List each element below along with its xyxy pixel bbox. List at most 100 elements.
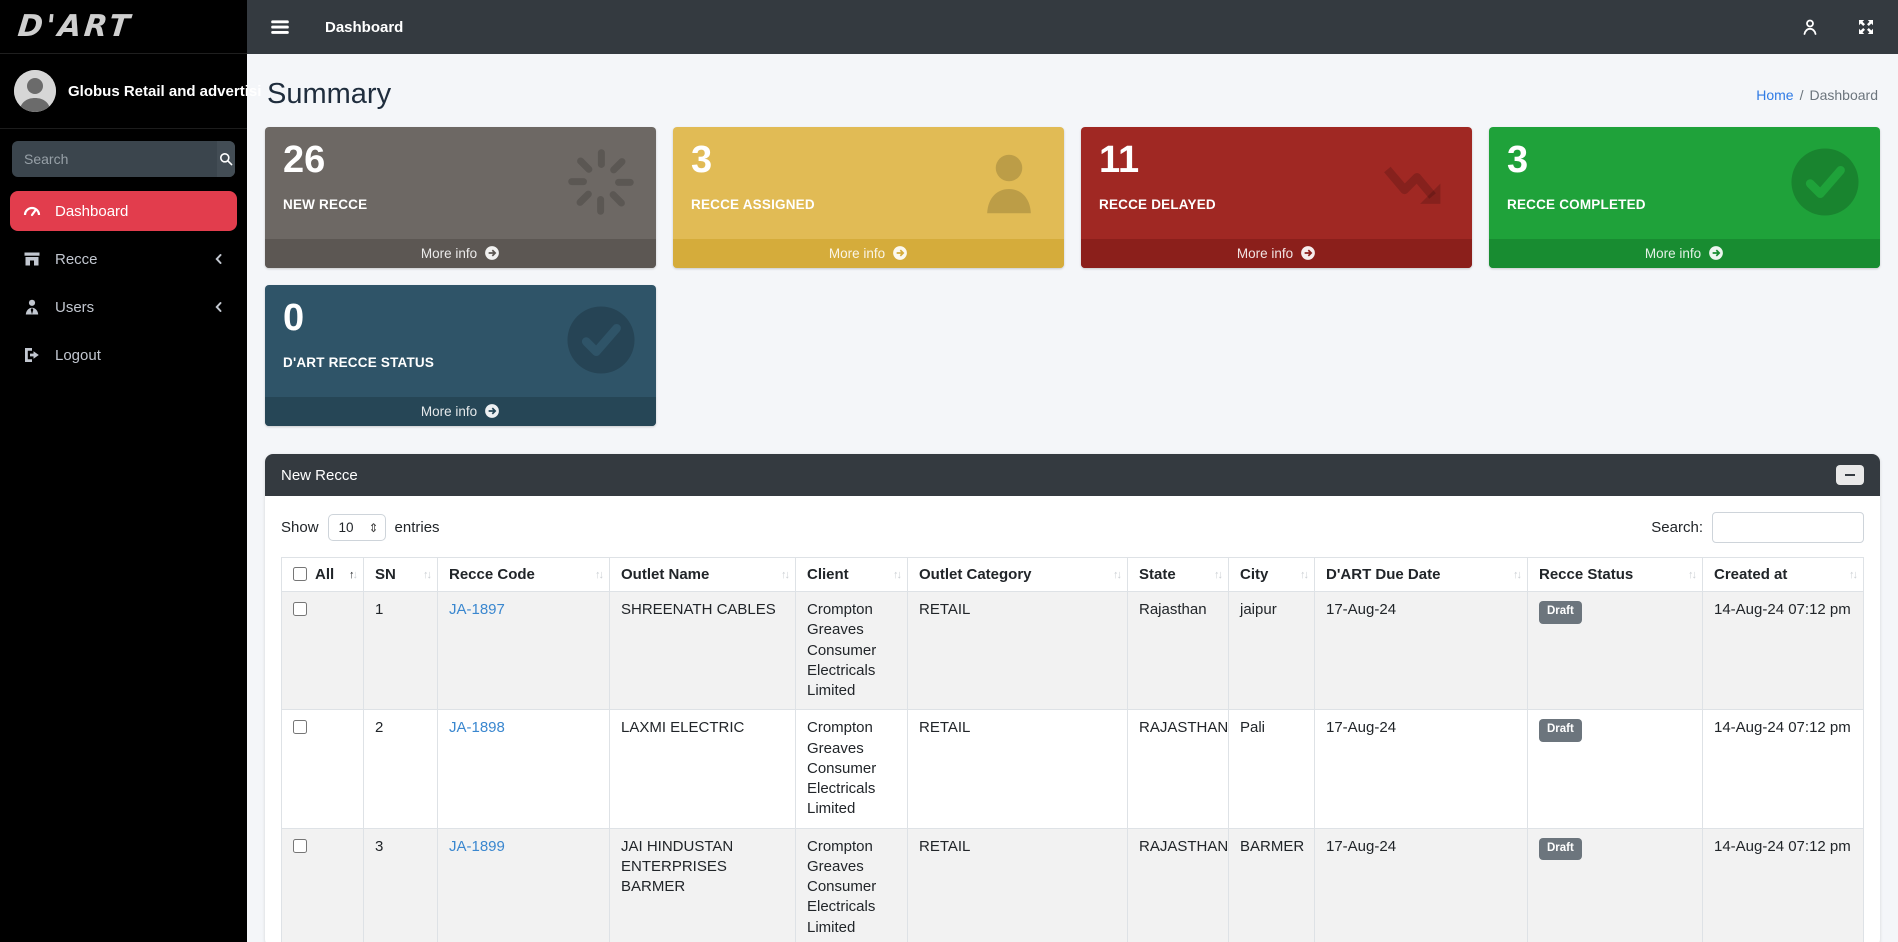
cell-created-at: 14-Aug-24 07:12 pm bbox=[1703, 592, 1864, 710]
minus-icon[interactable] bbox=[1836, 465, 1864, 485]
row-checkbox[interactable] bbox=[293, 602, 307, 616]
menu-icon[interactable] bbox=[269, 17, 291, 37]
more-info-label: More info bbox=[1645, 246, 1701, 261]
entries-label: entries bbox=[395, 519, 440, 536]
table-row: 3 JA-1899 JAI HINDUSTAN ENTERPRISES BARMER… bbox=[282, 828, 1864, 942]
sidebar-item-label: Users bbox=[55, 299, 94, 316]
cell-city: BARMER bbox=[1229, 828, 1315, 942]
search-input[interactable] bbox=[12, 141, 217, 177]
sort-icon: ↑↓ bbox=[1113, 569, 1120, 581]
new-recce-panel: New Recce Show 10 entries Search: bbox=[265, 454, 1880, 942]
cell-city: jaipur bbox=[1229, 592, 1315, 710]
sort-icon: ↑↓ bbox=[423, 569, 430, 581]
cell-outlet-name: JAI HINDUSTAN ENTERPRISES BARMER bbox=[610, 828, 796, 942]
sidebar-item-dashboard[interactable]: Dashboard bbox=[10, 191, 237, 231]
content: Summary Home/Dashboard 26NEW RECCEMore i… bbox=[247, 54, 1898, 942]
sort-icon: ↑↓ bbox=[1513, 569, 1520, 581]
select-all-checkbox[interactable] bbox=[293, 567, 307, 581]
column-header-state[interactable]: State↑↓ bbox=[1128, 558, 1229, 592]
cell-select bbox=[282, 592, 364, 710]
summary-box-recce-assigned: 3RECCE ASSIGNEDMore info bbox=[673, 127, 1064, 268]
cell-outlet-name: SHREENATH CABLES bbox=[610, 592, 796, 710]
brand-logo: D'ART bbox=[16, 9, 134, 44]
summary-boxes: 26NEW RECCEMore info3RECCE ASSIGNEDMore … bbox=[265, 127, 1880, 426]
cell-created-at: 14-Aug-24 07:12 pm bbox=[1703, 828, 1864, 942]
column-header-client[interactable]: Client↑↓ bbox=[796, 558, 908, 592]
column-label: Outlet Category bbox=[919, 566, 1032, 583]
sidebar-item-recce[interactable]: Recce bbox=[10, 239, 237, 279]
page-length-select[interactable]: 10 bbox=[328, 514, 386, 541]
column-header-all[interactable]: All↑↓ bbox=[282, 558, 364, 592]
panel-body: Show 10 entries Search: All↑↓SN↑↓Recce C… bbox=[265, 496, 1880, 942]
status-badge: Draft bbox=[1539, 719, 1582, 742]
status-badge: Draft bbox=[1539, 838, 1582, 861]
arrow-circle-right-icon bbox=[892, 245, 908, 261]
chevron-left-icon bbox=[213, 301, 225, 313]
recce-code-link[interactable]: JA-1897 bbox=[449, 601, 505, 618]
column-label: City bbox=[1240, 566, 1268, 583]
column-header-d-art-due-date[interactable]: D'ART Due Date ↑↓ bbox=[1315, 558, 1528, 592]
panel-header: New Recce bbox=[265, 454, 1880, 496]
recce-code-link[interactable]: JA-1899 bbox=[449, 838, 505, 855]
arrow-circle-right-icon bbox=[484, 403, 500, 419]
column-label: Outlet Name bbox=[621, 566, 709, 583]
sidebar-item-label: Dashboard bbox=[55, 203, 128, 220]
expand-icon[interactable] bbox=[1856, 17, 1876, 37]
cell-select bbox=[282, 710, 364, 828]
sort-icon: ↑↓ bbox=[893, 569, 900, 581]
arrow-circle-right-icon bbox=[1300, 245, 1316, 261]
more-info-link[interactable]: More info bbox=[1081, 239, 1472, 268]
cell-recce-status: Draft bbox=[1528, 710, 1703, 828]
avatar bbox=[14, 70, 56, 112]
user-panel: Globus Retail and advertisi bbox=[0, 54, 247, 129]
sort-icon: ↑↓ bbox=[1688, 569, 1695, 581]
more-info-label: More info bbox=[421, 246, 477, 261]
column-header-recce-status[interactable]: Recce Status↑↓ bbox=[1528, 558, 1703, 592]
sort-icon: ↑↓ bbox=[1849, 569, 1856, 581]
tachometer-icon bbox=[22, 201, 42, 221]
summary-box-recce-delayed: 11RECCE DELAYEDMore info bbox=[1081, 127, 1472, 268]
cell-created-at: 14-Aug-24 07:12 pm bbox=[1703, 710, 1864, 828]
sidebar-item-logout[interactable]: Logout bbox=[10, 335, 237, 375]
summary-box-new-recce: 26NEW RECCEMore info bbox=[265, 127, 656, 268]
recce-table: All↑↓SN↑↓Recce Code↑↓Outlet Name↑↓Client… bbox=[281, 557, 1864, 942]
table-search-input[interactable] bbox=[1712, 512, 1864, 543]
column-label: Created at bbox=[1714, 566, 1787, 583]
user-icon[interactable] bbox=[1800, 17, 1820, 37]
cell-recce-status: Draft bbox=[1528, 828, 1703, 942]
table-controls: Show 10 entries Search: bbox=[281, 512, 1864, 543]
cell-state: RAJASTHAN bbox=[1128, 828, 1229, 942]
user-name: Globus Retail and advertisi bbox=[68, 83, 261, 100]
column-header-outlet-name[interactable]: Outlet Name↑↓ bbox=[610, 558, 796, 592]
table-row: 1JA-1897SHREENATH CABLESCrompton Greaves… bbox=[282, 592, 1864, 710]
recce-code-link[interactable]: JA-1898 bbox=[449, 719, 505, 736]
cell-outlet-category: RETAIL bbox=[908, 828, 1128, 942]
cell-city: Pali bbox=[1229, 710, 1315, 828]
more-info-label: More info bbox=[1237, 246, 1293, 261]
column-header-recce-code[interactable]: Recce Code↑↓ bbox=[438, 558, 610, 592]
column-label: D'ART Due Date bbox=[1326, 566, 1440, 583]
cell-sn: 3 bbox=[364, 828, 438, 942]
main-area: Dashboard Summary Home/Dashboard 26NEW R… bbox=[247, 0, 1898, 942]
column-label: State bbox=[1139, 566, 1176, 583]
more-info-link[interactable]: More info bbox=[265, 397, 656, 426]
more-info-link[interactable]: More info bbox=[673, 239, 1064, 268]
more-info-link[interactable]: More info bbox=[265, 239, 656, 268]
status-badge: Draft bbox=[1539, 601, 1582, 624]
sidebar: D'ART Globus Retail and advertisi Dashbo… bbox=[0, 0, 247, 942]
content-header: Summary Home/Dashboard bbox=[265, 66, 1880, 127]
search-button[interactable] bbox=[217, 141, 235, 177]
search-icon bbox=[218, 151, 234, 167]
sidebar-item-users[interactable]: Users bbox=[10, 287, 237, 327]
cell-sn: 1 bbox=[364, 592, 438, 710]
more-info-link[interactable]: More info bbox=[1489, 239, 1880, 268]
column-header-city[interactable]: City↑↓ bbox=[1229, 558, 1315, 592]
column-header-created-at[interactable]: Created at ↑↓ bbox=[1703, 558, 1864, 592]
breadcrumb-home-link[interactable]: Home bbox=[1756, 87, 1793, 103]
column-header-outlet-category[interactable]: Outlet Category ↑↓ bbox=[908, 558, 1128, 592]
column-header-sn[interactable]: SN↑↓ bbox=[364, 558, 438, 592]
show-label: Show bbox=[281, 519, 319, 536]
row-checkbox[interactable] bbox=[293, 720, 307, 734]
cell-outlet-name: LAXMI ELECTRIC bbox=[610, 710, 796, 828]
row-checkbox[interactable] bbox=[293, 839, 307, 853]
